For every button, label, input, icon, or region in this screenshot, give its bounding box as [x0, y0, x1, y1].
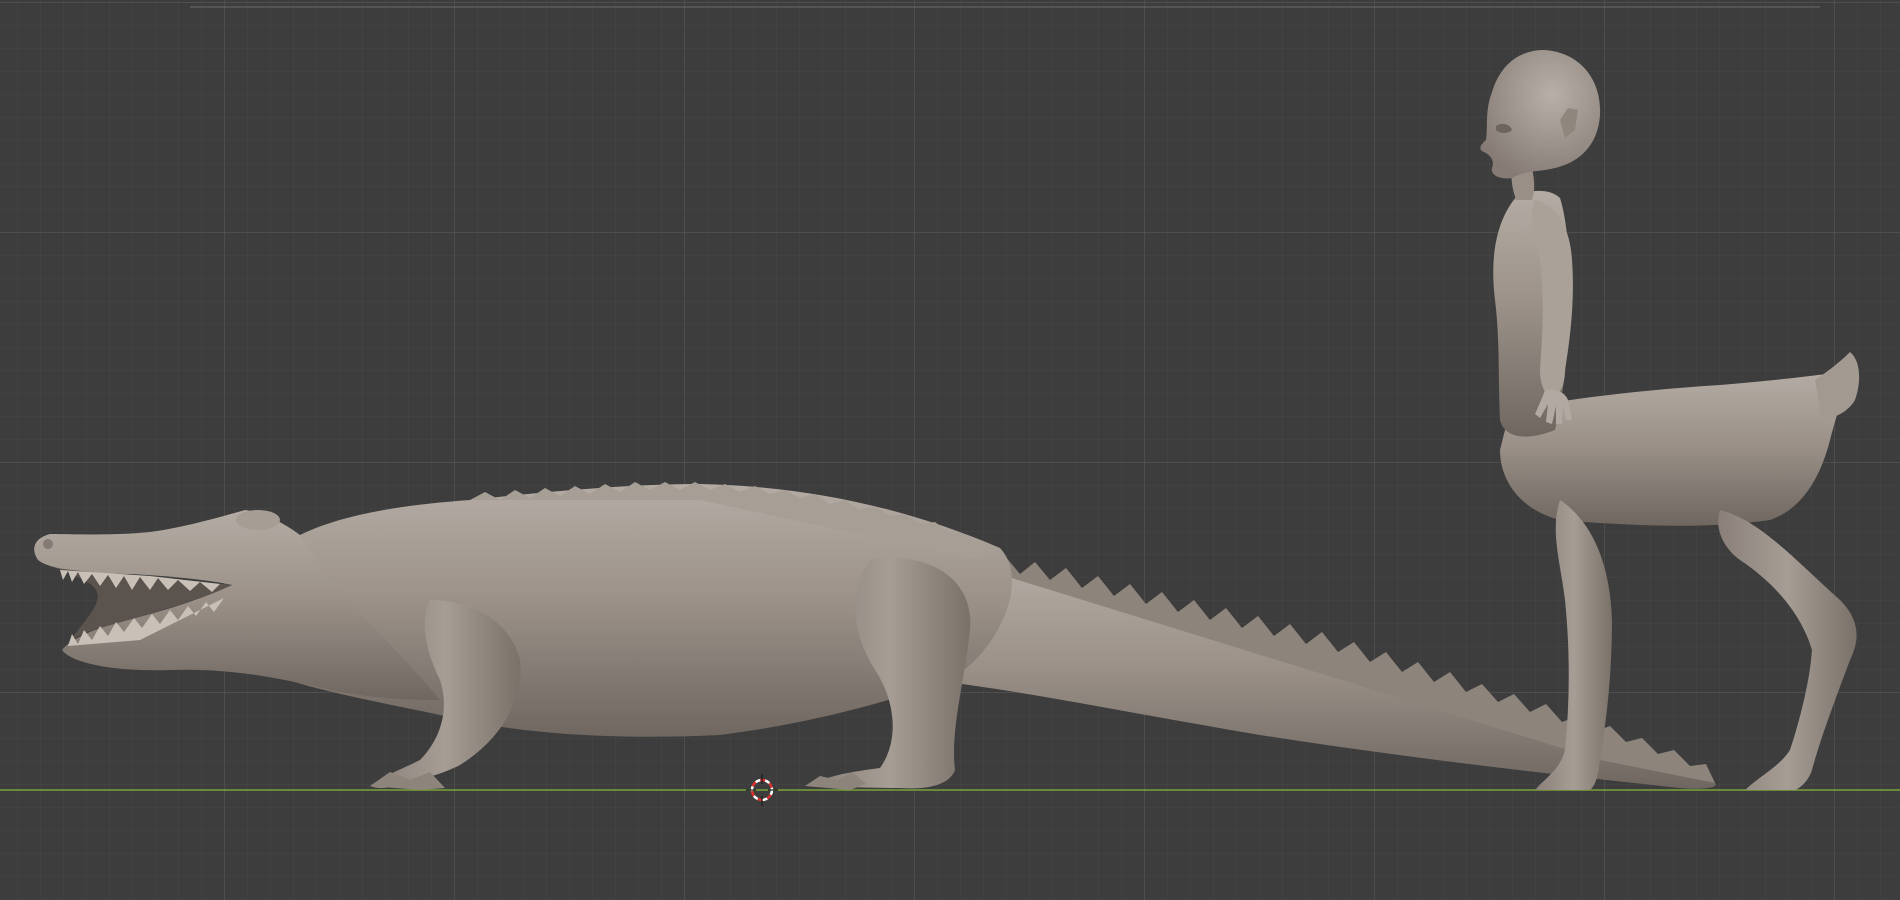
alligator-eye-ridge [236, 510, 280, 530]
3d-viewport[interactable] [0, 0, 1900, 900]
alligator-nostril [43, 539, 53, 549]
